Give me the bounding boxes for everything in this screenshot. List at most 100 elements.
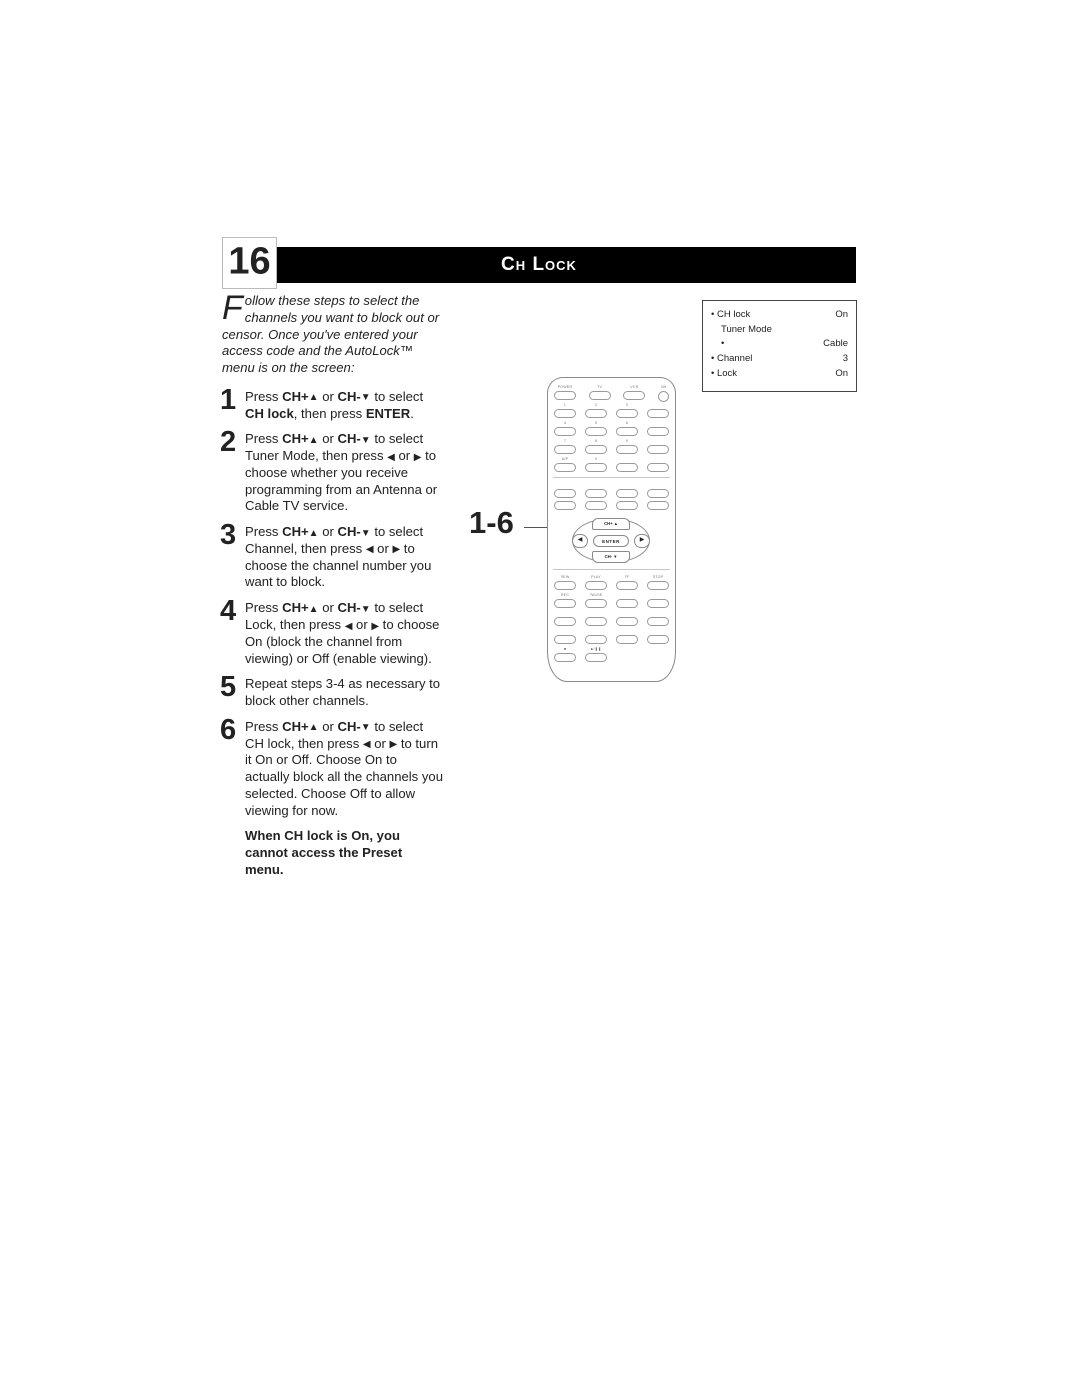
remote-button bbox=[616, 581, 638, 590]
step-text: Press CH+▲ or CH-▼ to select Lock, then … bbox=[245, 600, 439, 665]
remote-button bbox=[616, 489, 638, 498]
step-number: 5 bbox=[220, 673, 236, 702]
osd-value: Cable bbox=[823, 337, 848, 352]
remote-button bbox=[554, 445, 576, 454]
step-number: 4 bbox=[220, 597, 236, 626]
osd-label: • bbox=[721, 337, 724, 352]
remote-button bbox=[554, 427, 576, 436]
warning-note: When CH lock is On, you cannot access th… bbox=[222, 828, 444, 878]
osd-row: Tuner Mode bbox=[711, 323, 848, 338]
remote-top-grid: POWER TV VCR ON bbox=[553, 385, 670, 402]
step-number: 3 bbox=[220, 521, 236, 550]
osd-row: • Channel 3 bbox=[711, 352, 848, 367]
section-header-bar: Ch Lock bbox=[222, 247, 856, 283]
remote-left: ◀ bbox=[572, 534, 588, 548]
step-text: Press CH+▲ or CH-▼ to select Tuner Mode,… bbox=[245, 431, 437, 513]
osd-row: • Lock On bbox=[711, 367, 848, 382]
remote-ch-down: CH- ▼ bbox=[592, 551, 630, 563]
remote-button bbox=[616, 427, 638, 436]
remote-button bbox=[585, 427, 607, 436]
dropcap: F bbox=[222, 293, 245, 323]
step-number: 1 bbox=[220, 386, 236, 415]
remote-button bbox=[585, 599, 607, 608]
manual-page: Ch Lock 16 F ollow these steps to select… bbox=[0, 0, 1080, 1397]
step-text: Press CH+▲ or CH-▼ to select CH lock, th… bbox=[245, 389, 423, 421]
remote-button bbox=[647, 581, 669, 590]
remote-button bbox=[554, 581, 576, 590]
remote-divider bbox=[553, 569, 670, 570]
osd-value: On bbox=[835, 308, 848, 323]
step-2: 2 Press CH+▲ or CH-▼ to select Tuner Mod… bbox=[222, 431, 444, 515]
remote-button bbox=[616, 635, 638, 644]
remote-button bbox=[589, 391, 611, 400]
remote-button bbox=[616, 599, 638, 608]
step-6: 6 Press CH+▲ or CH-▼ to select CH lock, … bbox=[222, 719, 444, 820]
remote-button bbox=[647, 635, 669, 644]
step-4: 4 Press CH+▲ or CH-▼ to select Lock, the… bbox=[222, 600, 444, 667]
remote-button bbox=[647, 489, 669, 498]
step-text: Press CH+▲ or CH-▼ to select Channel, th… bbox=[245, 524, 431, 589]
remote-button bbox=[585, 489, 607, 498]
remote-button bbox=[585, 501, 607, 510]
remote-button bbox=[554, 501, 576, 510]
remote-right: ▶ bbox=[634, 534, 650, 548]
remote-button bbox=[554, 489, 576, 498]
remote-button bbox=[585, 463, 607, 472]
remote-control-illustration: POWER TV VCR ON 1 2 3 4 bbox=[547, 377, 676, 682]
step-text: Press CH+▲ or CH-▼ to select CH lock, th… bbox=[245, 719, 443, 818]
step-1: 1 Press CH+▲ or CH-▼ to select CH lock, … bbox=[222, 389, 444, 423]
remote-button bbox=[554, 409, 576, 418]
intro-paragraph: F ollow these steps to select the channe… bbox=[222, 293, 444, 377]
remote-button bbox=[647, 463, 669, 472]
osd-row: • Cable bbox=[711, 337, 848, 352]
remote-button bbox=[647, 617, 669, 626]
callout-label: 1-6 bbox=[469, 505, 514, 541]
remote-button bbox=[585, 653, 607, 662]
remote-power-button bbox=[658, 391, 669, 402]
remote-button bbox=[616, 617, 638, 626]
remote-button bbox=[585, 581, 607, 590]
osd-value: On bbox=[835, 367, 848, 382]
illustration-column: • CH lock On Tuner Mode • Cable • Channe… bbox=[462, 293, 857, 813]
remote-button bbox=[623, 391, 645, 400]
remote-button bbox=[616, 445, 638, 454]
osd-row: • CH lock On bbox=[711, 308, 848, 323]
remote-enter: ENTER bbox=[593, 535, 629, 547]
step-number: 2 bbox=[220, 428, 236, 457]
section-title: Ch Lock bbox=[501, 254, 577, 276]
osd-label: • Channel bbox=[711, 352, 752, 367]
step-list: 1 Press CH+▲ or CH-▼ to select CH lock, … bbox=[222, 389, 444, 820]
osd-menu-box: • CH lock On Tuner Mode • Cable • Channe… bbox=[702, 300, 857, 392]
remote-divider bbox=[553, 477, 670, 478]
osd-label: • Lock bbox=[711, 367, 737, 382]
remote-button bbox=[616, 409, 638, 418]
remote-button bbox=[647, 409, 669, 418]
remote-button bbox=[647, 427, 669, 436]
remote-nav-ring: CH+ ▲ ENTER CH- ▼ ◀ ▶ bbox=[572, 518, 650, 563]
osd-label: • CH lock bbox=[711, 308, 750, 323]
remote-button bbox=[616, 501, 638, 510]
step-number: 6 bbox=[220, 716, 236, 745]
section-number: 16 bbox=[228, 241, 270, 284]
remote-button bbox=[554, 617, 576, 626]
remote-button bbox=[554, 635, 576, 644]
remote-button bbox=[647, 445, 669, 454]
instructions-column: F ollow these steps to select the channe… bbox=[222, 293, 444, 879]
remote-button bbox=[554, 599, 576, 608]
osd-label: Tuner Mode bbox=[721, 323, 772, 338]
remote-button bbox=[585, 617, 607, 626]
remote-button bbox=[554, 391, 576, 400]
step-text: Repeat steps 3-4 as necessary to block o… bbox=[245, 676, 440, 708]
remote-button bbox=[554, 463, 576, 472]
section-number-box: 16 bbox=[222, 237, 277, 289]
remote-button bbox=[616, 463, 638, 472]
remote-ch-up: CH+ ▲ bbox=[592, 518, 630, 530]
remote-button bbox=[647, 599, 669, 608]
remote-button bbox=[585, 635, 607, 644]
osd-value: 3 bbox=[843, 352, 848, 367]
remote-button bbox=[647, 501, 669, 510]
remote-button bbox=[554, 653, 576, 662]
step-3: 3 Press CH+▲ or CH-▼ to select Channel, … bbox=[222, 524, 444, 591]
remote-button bbox=[585, 445, 607, 454]
remote-button bbox=[585, 409, 607, 418]
